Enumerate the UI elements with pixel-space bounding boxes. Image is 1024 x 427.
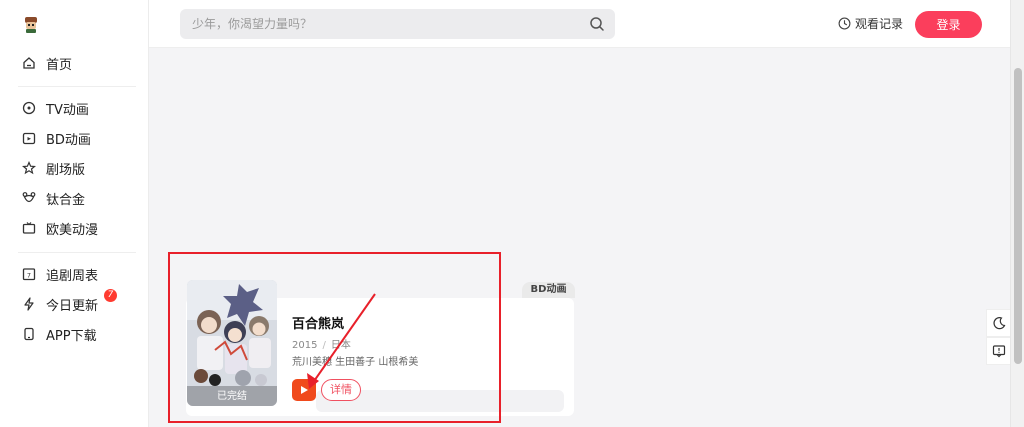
search-input[interactable] xyxy=(192,9,572,39)
search-icon[interactable] xyxy=(589,16,605,32)
sidebar-item-label: BD动画 xyxy=(46,132,91,148)
sidebar-item-titanium[interactable]: 钛合金 xyxy=(22,188,85,208)
sidebar: 首页 TV动画 BD动画 剧场版 钛合金 欧美动漫 7 追剧周表 今日更新 7 … xyxy=(0,0,149,427)
search-box[interactable] xyxy=(180,9,615,39)
sidebar-item-label: 首页 xyxy=(46,57,73,73)
sidebar-item-western[interactable]: 欧美动漫 xyxy=(22,218,98,238)
sidebar-item-label: 钛合金 xyxy=(46,192,86,208)
highlight-box xyxy=(168,252,501,423)
dark-mode-button[interactable] xyxy=(986,309,1012,337)
screen-icon xyxy=(22,221,36,235)
sidebar-item-bd[interactable]: BD动画 xyxy=(22,128,91,148)
mascot-logo-icon[interactable] xyxy=(22,16,40,34)
moon-icon xyxy=(993,317,1006,330)
sidebar-item-label: APP下载 xyxy=(46,328,97,344)
divider xyxy=(18,86,136,87)
divider xyxy=(18,252,136,253)
sidebar-item-label: 欧美动漫 xyxy=(46,222,99,238)
bear-icon xyxy=(22,191,36,205)
bd-icon xyxy=(22,131,36,145)
tv-icon xyxy=(22,101,36,115)
sidebar-item-home[interactable]: 首页 xyxy=(22,53,72,73)
update-count-badge: 7 xyxy=(104,289,117,302)
sidebar-item-label: 追剧周表 xyxy=(46,268,99,284)
phone-icon xyxy=(22,327,36,341)
scrollbar-thumb[interactable] xyxy=(1014,68,1022,364)
calendar-icon: 7 xyxy=(22,267,36,281)
sidebar-item-label: TV动画 xyxy=(46,102,89,118)
sidebar-item-tv[interactable]: TV动画 xyxy=(22,98,89,118)
login-button[interactable]: 登录 xyxy=(915,11,982,38)
home-icon xyxy=(22,56,36,70)
star-icon xyxy=(22,161,36,175)
feedback-icon xyxy=(992,345,1006,358)
category-tag: BD动画 xyxy=(522,282,575,298)
svg-text:7: 7 xyxy=(27,272,31,280)
header: 观看记录 登录 xyxy=(149,0,1010,48)
main-content: 观看记录 登录 BD动画 已完结 百合熊岚 xyxy=(149,0,1010,427)
scrollbar[interactable] xyxy=(1010,0,1024,427)
bolt-icon xyxy=(22,297,36,311)
watch-history-link[interactable]: 观看记录 xyxy=(838,15,903,32)
sidebar-item-label: 今日更新 xyxy=(46,298,99,314)
watch-history-label: 观看记录 xyxy=(855,17,904,31)
sidebar-item-movie[interactable]: 剧场版 xyxy=(22,158,85,178)
sidebar-item-label: 剧场版 xyxy=(46,162,86,178)
sidebar-item-app[interactable]: APP下载 xyxy=(22,324,97,344)
clock-icon xyxy=(838,17,851,30)
sidebar-item-schedule[interactable]: 7 追剧周表 xyxy=(22,264,98,284)
feedback-button[interactable] xyxy=(986,337,1012,365)
sidebar-item-today[interactable]: 今日更新 xyxy=(22,294,98,314)
